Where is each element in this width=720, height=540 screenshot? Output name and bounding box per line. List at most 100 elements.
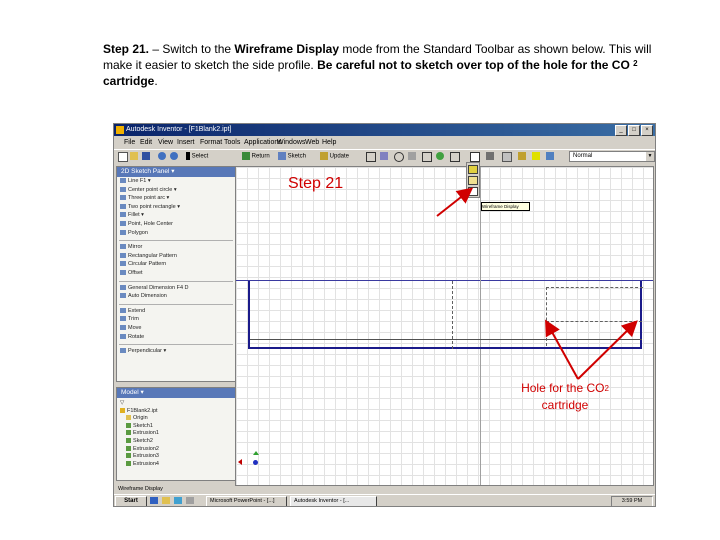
rotate-icon[interactable] (436, 152, 444, 161)
tool-circle[interactable]: Center point circle ▾ (117, 186, 235, 195)
tool-trim[interactable]: Trim (117, 315, 235, 324)
menu-format[interactable]: Format (200, 137, 222, 149)
title-bar: Autodesk Inventor - [F1Blank2.ipt] _ □ × (114, 124, 655, 136)
rotate-icon (120, 333, 126, 339)
sketch-button[interactable]: Sketch (278, 152, 306, 161)
pan-icon[interactable] (408, 152, 416, 161)
browser-node-extrusion2[interactable]: Extrusion2 (117, 446, 235, 454)
close-icon[interactable]: × (641, 125, 653, 136)
step-label: Step 21. (103, 42, 150, 56)
node-label: F1Blank2.ipt (127, 407, 158, 414)
hidden-edge-display-icon[interactable] (468, 176, 478, 185)
zoom-window-icon[interactable] (380, 152, 388, 161)
save-icon[interactable] (142, 152, 150, 161)
hole-callout-line1: Hole for the CO (521, 381, 605, 395)
tool-perpendicular[interactable]: Perpendicular ▾ (117, 347, 235, 356)
minimize-icon[interactable]: _ (615, 125, 627, 136)
shadow-icon[interactable] (486, 152, 494, 161)
color-icon[interactable] (532, 152, 540, 161)
select-button[interactable]: Select (186, 152, 208, 161)
menu-edit[interactable]: Edit (140, 137, 152, 149)
tool-label: Auto Dimension (128, 293, 167, 300)
chevron-down-icon[interactable]: ▼ (646, 152, 654, 161)
tool-move[interactable]: Move (117, 324, 235, 333)
tool-rect-pattern[interactable]: Rectangular Pattern (117, 252, 235, 261)
browser-node-part[interactable]: F1Blank2.ipt (117, 408, 235, 416)
sketch-point-icon[interactable] (518, 152, 526, 161)
tool-polygon[interactable]: Polygon (117, 229, 235, 238)
tool-line[interactable]: Line F1 ▾ (117, 177, 235, 186)
auto-dimension-icon (120, 293, 126, 299)
browser-node-sketch1[interactable]: Sketch1 (117, 423, 235, 431)
tool-rotate[interactable]: Rotate (117, 333, 235, 342)
tool-label: Extend (128, 307, 146, 314)
tool-label: Polygon (128, 229, 148, 236)
start-button[interactable]: Start (115, 496, 147, 506)
task-powerpoint[interactable]: Microsoft PowerPoint - [...] (206, 496, 287, 506)
browser-node-extrusion3[interactable]: Extrusion3 (117, 453, 235, 461)
style-dropdown[interactable]: Normal ▼ (569, 151, 655, 162)
browser-node-sketch2[interactable]: Sketch2 (117, 438, 235, 446)
app-icon (116, 126, 124, 134)
warning-end: cartridge (103, 74, 155, 88)
zoom-icon[interactable] (394, 152, 404, 162)
undo-icon[interactable] (158, 152, 166, 161)
tool-label: Move (128, 324, 142, 331)
browser-title[interactable]: Model ▾ (117, 388, 235, 398)
camera-icon[interactable] (502, 152, 512, 162)
zoom-selected-icon[interactable] (422, 152, 432, 162)
instruction-text: Step 21. – Switch to the Wireframe Displ… (103, 41, 663, 89)
open-icon[interactable] (130, 152, 138, 161)
menu-view[interactable]: View (158, 137, 173, 149)
select-label: Select (191, 153, 209, 160)
hole-callout: Hole for the CO2 cartridge (505, 380, 625, 414)
tool-dimension[interactable]: General Dimension F4 D (117, 284, 235, 293)
wireframe-display-icon[interactable] (468, 187, 478, 196)
sketch-panel-title[interactable]: 2D Sketch Panel ▾ (117, 167, 235, 177)
graphics-window[interactable] (235, 166, 654, 486)
task-inventor[interactable]: Autodesk Inventor - [... (290, 496, 377, 506)
menu-help[interactable]: Help (322, 137, 336, 149)
menu-insert[interactable]: Insert (177, 137, 195, 149)
menu-tools[interactable]: Tools (224, 137, 240, 149)
display-mode-icon[interactable] (470, 152, 480, 162)
trim-icon (120, 316, 126, 322)
return-button[interactable]: Return (242, 152, 270, 161)
menu-windows[interactable]: Windows (277, 137, 305, 149)
quicklaunch-icon[interactable] (174, 497, 182, 504)
shaded-display-icon[interactable] (468, 165, 478, 174)
update-button[interactable]: Update (320, 152, 349, 161)
maximize-icon[interactable]: □ (628, 125, 640, 136)
menu-file[interactable]: File (124, 137, 135, 149)
return-label: Return (251, 153, 270, 160)
hole-callout-sup: 2 (604, 384, 609, 393)
zoom-all-icon[interactable] (366, 152, 376, 162)
tool-mirror[interactable]: Mirror (117, 243, 235, 252)
tool-extend[interactable]: Extend (117, 307, 235, 316)
tool-fillet[interactable]: Fillet ▾ (117, 211, 235, 220)
tool-label: General Dimension F4 D (128, 284, 189, 291)
browser-node-extrusion1[interactable]: Extrusion1 (117, 430, 235, 438)
tool-label: Fillet ▾ (128, 212, 144, 219)
new-icon[interactable] (118, 152, 128, 162)
sketch-icon (126, 422, 131, 428)
tool-arc[interactable]: Three point arc ▾ (117, 194, 235, 203)
browser-node-origin[interactable]: Origin (117, 415, 235, 423)
browser-node-extrusion4[interactable]: Extrusion4 (117, 461, 235, 469)
filter-icon[interactable]: ▽ (117, 400, 235, 408)
look-at-icon[interactable] (450, 152, 460, 162)
tool-auto-dimension[interactable]: Auto Dimension (117, 292, 235, 301)
redo-icon[interactable] (170, 152, 178, 161)
measure-icon[interactable] (546, 152, 554, 161)
tool-point[interactable]: Point, Hole Center (117, 220, 235, 229)
tool-rectangle[interactable]: Two point rectangle ▾ (117, 203, 235, 212)
sketch-icon (126, 438, 131, 444)
tool-offset[interactable]: Offset (117, 269, 235, 278)
taskbar-clock: 3:59 PM (611, 496, 653, 506)
quicklaunch-icon[interactable] (150, 497, 158, 504)
tool-circ-pattern[interactable]: Circular Pattern (117, 260, 235, 269)
menu-web[interactable]: Web (305, 137, 319, 149)
quicklaunch-icon[interactable] (162, 497, 170, 504)
quicklaunch-icon[interactable] (186, 497, 194, 504)
windows-taskbar: Start Microsoft PowerPoint - [...] Autod… (114, 494, 655, 506)
